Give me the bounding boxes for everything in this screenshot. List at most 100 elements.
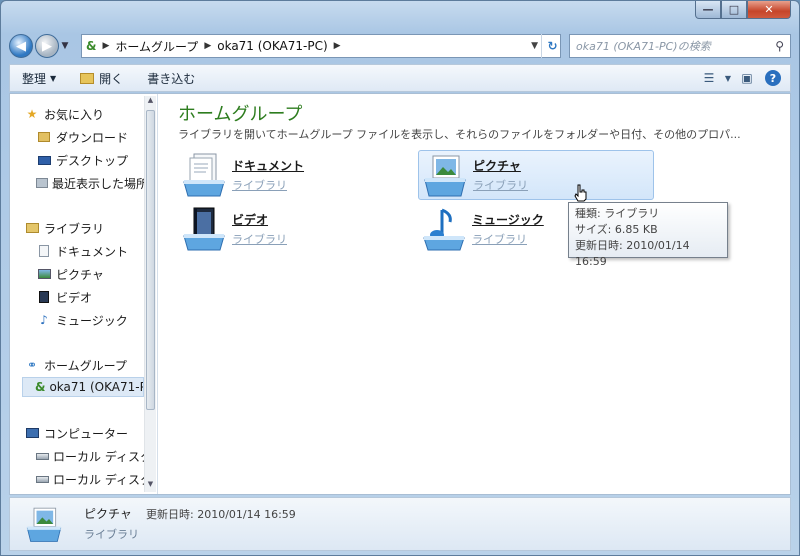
sidebar-item-label: ミュージック [56,313,128,328]
view-controls: ☰ ▼ ▣ ? [696,67,786,89]
picture-icon [36,266,52,282]
sidebar-scrollbar[interactable]: ▲ ▼ [144,96,156,492]
chevron-right-icon[interactable]: ▶ [204,41,211,51]
sidebar-item-pictures[interactable]: ピクチャ [36,264,157,284]
tooltip-size: サイズ: 6.85 KB [575,223,658,236]
page-title: ホームグループ [178,104,303,125]
sidebar-item-label: 最近表示した場所 [52,176,146,191]
sidebar-item-label: ライブラリ [44,221,105,236]
recent-pages-dropdown-icon[interactable]: ▼ [59,41,71,51]
main-pane: ★ お気に入り ダウンロード デスクトップ 最近表示した場所 ライブラリ ドキュ… [9,93,791,495]
open-button[interactable]: 開く [68,70,135,87]
sidebar-item-videos[interactable]: ビデオ [36,287,157,307]
sidebar-item-documents[interactable]: ドキュメント [36,241,157,261]
library-name: ビデオ [232,213,269,227]
open-label: 開く [99,71,124,86]
sidebar-item-label: ローカル ディスク [53,472,146,487]
tooltip-type: 種類: ライブラリ [575,207,660,220]
back-button[interactable]: ◀ [9,34,33,58]
library-pictures[interactable]: ピクチャ ライブラリ [418,150,654,200]
close-button[interactable]: ✕ [747,1,791,19]
page-description: ライブラリを開いてホームグループ ファイルを表示し、それらのファイルをフォルダー… [178,128,741,141]
details-item-type: ライブラリ [84,528,139,541]
desktop-icon [36,152,52,168]
sidebar-item-music[interactable]: ♪ ミュージック [36,310,157,330]
sidebar-item-label: コンピューター [44,426,129,441]
sidebar-item-downloads[interactable]: ダウンロード [36,127,157,147]
homegroup-icon: ⚭ [26,358,38,372]
library-icon [24,220,40,236]
sidebar-item-label: ビデオ [56,290,93,305]
download-folder-icon [36,129,52,145]
computer-icon [24,425,40,441]
explorer-window: — □ ✕ ◀ ▶ ▼ & ▶ ホームグループ ▶ oka71 (OKA71-P… [0,0,800,556]
star-icon: ★ [26,107,38,121]
sidebar-item-libraries[interactable]: ライブラリ [24,218,157,238]
caption-buttons: — □ ✕ [695,1,791,19]
organize-label: 整理 [22,71,47,86]
hand-cursor-icon [574,184,587,202]
change-view-icon[interactable]: ☰ [696,67,722,89]
sidebar-item-label: デスクトップ [56,153,129,168]
sidebar-item-favorites[interactable]: ★ お気に入り [24,104,157,124]
pictures-library-icon [421,152,469,198]
search-placeholder: oka71 (OKA71-PC)の検索 [576,40,711,53]
search-input[interactable]: oka71 (OKA71-PC)の検索 ⚲ [569,34,791,58]
sidebar-item-homegroup[interactable]: ⚭ ホームグループ [24,355,157,375]
sidebar-item-oka71[interactable]: & oka71 (OKA71-PC) [22,377,144,397]
scrollbar-thumb[interactable] [146,110,155,410]
user-icon: & [35,380,46,394]
library-type: ライブラリ [232,179,287,192]
music-icon: ♪ [40,313,48,327]
minimize-button[interactable]: — [695,1,721,19]
navigation-bar: ◀ ▶ ▼ & ▶ ホームグループ ▶ oka71 (OKA71-PC) ▶ ▼… [9,31,791,61]
pictures-library-icon [24,504,64,544]
sidebar-item-computer[interactable]: コンピューター [24,423,157,443]
burn-label: 書き込む [147,71,196,86]
chevron-right-icon[interactable]: ▶ [334,41,341,51]
breadcrumb-homegroup[interactable]: ホームグループ [115,38,198,55]
details-item-name: ピクチャ [84,507,132,521]
scroll-down-icon[interactable]: ▼ [145,480,156,492]
drive-icon [36,448,49,464]
content-area: ホームグループ ライブラリを開いてホームグループ ファイルを表示し、それらのファ… [160,94,790,494]
recent-places-icon [36,175,48,191]
sidebar-item-label: ホームグループ [44,358,127,373]
search-icon[interactable]: ⚲ [775,39,784,53]
scroll-up-icon[interactable]: ▲ [145,96,156,108]
forward-button[interactable]: ▶ [35,34,59,58]
sidebar-item-recent-places[interactable]: 最近表示した場所 [36,173,146,193]
library-type: ライブラリ [232,233,287,246]
address-bar[interactable]: & ▶ ホームグループ ▶ oka71 (OKA71-PC) ▶ ▼ [81,34,561,58]
sidebar-item-desktop[interactable]: デスクトップ [36,150,157,170]
tooltip-modified: 更新日時: 2010/01/14 16:59 [575,239,690,268]
library-name: ピクチャ [473,159,521,173]
chevron-right-icon[interactable]: ▶ [102,41,109,51]
maximize-button[interactable]: □ [721,1,747,19]
help-button[interactable]: ? [760,67,786,89]
document-icon [36,243,52,259]
sidebar-item-label: ローカル ディスク [53,449,146,464]
library-name: ミュージック [472,213,544,227]
sidebar-item-label: ピクチャ [56,267,104,282]
homegroup-small-icon: & [86,39,97,53]
tooltip: 種類: ライブラリ サイズ: 6.85 KB 更新日時: 2010/01/14 … [568,202,728,268]
view-dropdown-icon[interactable]: ▼ [722,67,734,89]
burn-button[interactable]: 書き込む [135,70,207,87]
preview-pane-icon[interactable]: ▣ [734,67,760,89]
refresh-button[interactable]: ↻ [541,34,563,58]
sidebar-item-local-disk-d[interactable]: ローカル ディスク [36,469,146,489]
library-name: ドキュメント [232,159,305,173]
sidebar-item-label: お気に入り [44,107,105,122]
sidebar-item-local-disk-c[interactable]: ローカル ディスク [36,446,146,466]
library-type: ライブラリ [473,179,528,192]
library-videos[interactable]: ビデオ ライブラリ [178,204,414,254]
navigation-pane: ★ お気に入り ダウンロード デスクトップ 最近表示した場所 ライブラリ ドキュ… [10,94,158,494]
organize-button[interactable]: 整理 ▼ [10,70,68,87]
breadcrumb-user[interactable]: oka71 (OKA71-PC) [217,39,327,53]
library-documents[interactable]: ドキュメント ライブラリ [178,150,414,200]
sidebar-item-label: ダウンロード [56,130,129,145]
address-dropdown-icon[interactable]: ▼ [531,41,538,51]
library-type: ライブラリ [472,233,527,246]
sidebar-item-label: ドキュメント [56,244,129,259]
